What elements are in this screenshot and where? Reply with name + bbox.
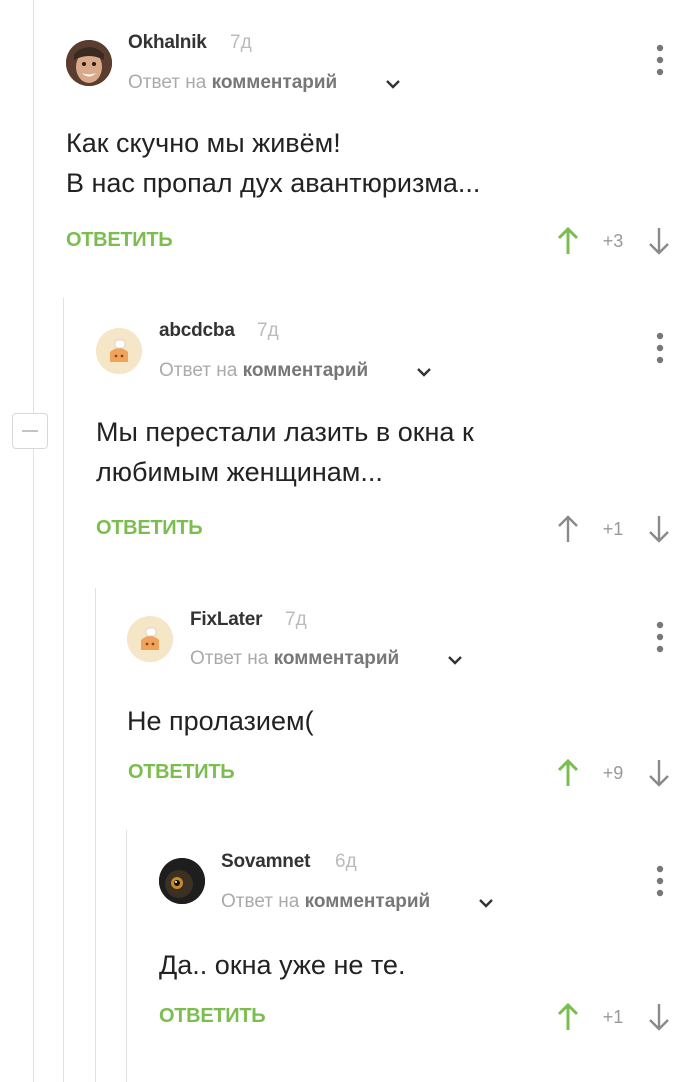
rating-value: +9 bbox=[602, 763, 624, 783]
rating-value: +1 bbox=[602, 519, 624, 539]
chevron-down-icon[interactable] bbox=[446, 651, 464, 669]
reply-button[interactable]: ОТВЕТИТЬ bbox=[128, 761, 235, 784]
comment-time: 6д bbox=[335, 851, 357, 872]
comment-time: 7д bbox=[285, 609, 307, 630]
upvote-arrow-icon[interactable] bbox=[557, 226, 579, 256]
reply-to-link[interactable]: Ответ на комментарий bbox=[159, 360, 368, 382]
comment-text: Как скучно мы живём! В нас пропал дух ав… bbox=[66, 128, 481, 198]
thread-line bbox=[33, 0, 34, 1082]
rating-value: +3 bbox=[602, 231, 624, 251]
comment-text: Мы перестали лазить в окна к любимым жен… bbox=[96, 417, 474, 487]
avatar[interactable] bbox=[66, 40, 112, 86]
reply-to-link[interactable]: Ответ на комментарий bbox=[128, 72, 337, 94]
reply-prefix: Ответ на bbox=[221, 891, 300, 912]
avatar[interactable] bbox=[127, 616, 173, 662]
reply-prefix: Ответ на bbox=[128, 72, 207, 93]
comment-time: 7д bbox=[257, 320, 279, 341]
reply-to-link[interactable]: Ответ на комментарий bbox=[221, 891, 430, 913]
reply-prefix: Ответ на bbox=[190, 648, 269, 669]
more-options-icon[interactable] bbox=[655, 864, 665, 898]
downvote-arrow-icon[interactable] bbox=[648, 226, 670, 256]
upvote-arrow-icon[interactable] bbox=[557, 514, 579, 544]
chevron-down-icon[interactable] bbox=[384, 75, 402, 93]
reply-target: комментарий bbox=[211, 72, 338, 93]
downvote-arrow-icon[interactable] bbox=[648, 514, 670, 544]
collapse-thread-button[interactable] bbox=[12, 413, 48, 449]
upvote-arrow-icon[interactable] bbox=[557, 758, 579, 788]
comment-time: 7д bbox=[230, 32, 252, 53]
reply-button[interactable]: ОТВЕТИТЬ bbox=[159, 1005, 266, 1028]
upvote-arrow-icon[interactable] bbox=[557, 1002, 579, 1032]
chevron-down-icon[interactable] bbox=[415, 363, 433, 381]
more-options-icon[interactable] bbox=[655, 331, 665, 365]
reply-button[interactable]: ОТВЕТИТЬ bbox=[66, 229, 173, 252]
reply-button[interactable]: ОТВЕТИТЬ bbox=[96, 517, 203, 540]
minus-icon bbox=[22, 430, 38, 432]
avatar[interactable] bbox=[96, 328, 142, 374]
reply-target: комментарий bbox=[304, 891, 431, 912]
rating-value: +1 bbox=[602, 1007, 624, 1027]
more-options-icon[interactable] bbox=[655, 43, 665, 77]
author-name[interactable]: Okhalnik bbox=[128, 32, 207, 54]
downvote-arrow-icon[interactable] bbox=[648, 1002, 670, 1032]
author-name[interactable]: FixLater bbox=[190, 609, 263, 631]
comment-text: Да.. окна уже не те. bbox=[159, 950, 406, 980]
chevron-down-icon[interactable] bbox=[477, 894, 495, 912]
reply-prefix: Ответ на bbox=[159, 360, 238, 381]
reply-target: комментарий bbox=[273, 648, 400, 669]
thread-line bbox=[126, 830, 127, 1082]
thread-line bbox=[95, 588, 96, 1082]
author-name[interactable]: Sovamnet bbox=[221, 851, 310, 873]
downvote-arrow-icon[interactable] bbox=[648, 758, 670, 788]
comment-text: Не пролазием( bbox=[127, 706, 314, 736]
reply-to-link[interactable]: Ответ на комментарий bbox=[190, 648, 399, 670]
reply-target: комментарий bbox=[242, 360, 369, 381]
more-options-icon[interactable] bbox=[655, 620, 665, 654]
thread-line bbox=[63, 298, 64, 1082]
author-name[interactable]: abcdcba bbox=[159, 320, 235, 342]
avatar[interactable] bbox=[159, 858, 205, 904]
